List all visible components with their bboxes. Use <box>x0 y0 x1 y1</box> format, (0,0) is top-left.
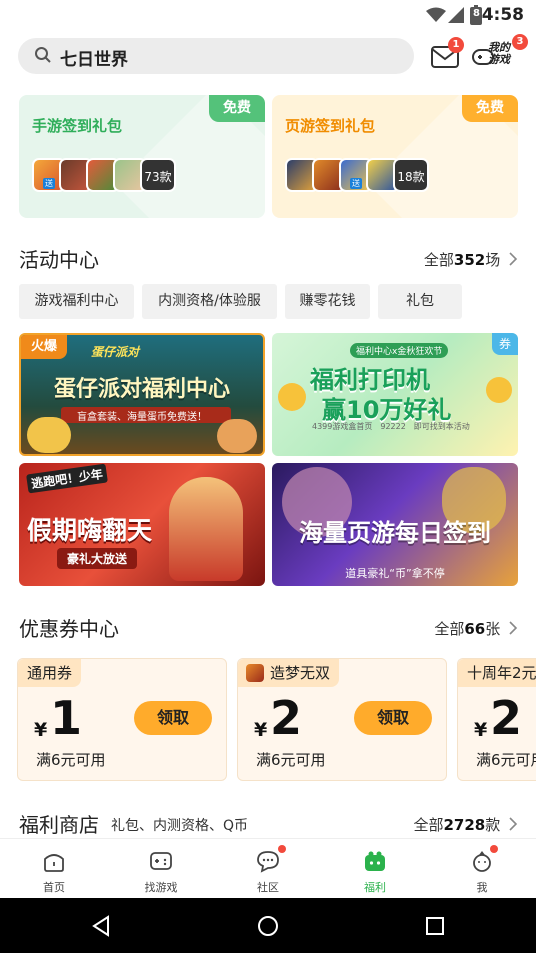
status-bar: 8 4:58 <box>0 0 536 32</box>
home-circle-icon[interactable] <box>257 915 279 937</box>
signal-icon <box>448 7 464 23</box>
claim-button[interactable]: 领取 <box>134 701 212 735</box>
search-text: 七日世界 <box>60 50 128 70</box>
tab-label: 我 <box>476 881 488 894</box>
chip-beta-access[interactable]: 内测资格/体验服 <box>142 284 277 319</box>
shop-count: 2728 <box>443 816 486 834</box>
notification-dot <box>490 845 498 853</box>
coin-image <box>278 383 306 411</box>
tab-home[interactable]: 首页 <box>14 845 94 899</box>
currency-symbol: ¥ <box>474 719 488 741</box>
shop-subtitle: 礼包、内测资格、Q币 <box>111 818 249 834</box>
banner-headline-2: 赢10万好礼 <box>322 396 452 424</box>
mail-badge: 1 <box>448 37 464 53</box>
chip-gift-pack[interactable]: 礼包 <box>378 284 462 319</box>
chip-earn-money[interactable]: 赚零花钱 <box>285 284 370 319</box>
gift-card-mobile[interactable]: 手游签到礼包 免费 送 73款 <box>19 95 265 218</box>
banner-daily-checkin[interactable]: 海量页游每日签到 道具豪礼“币”拿不停 <box>272 463 518 586</box>
coupon-card: 十周年2元 ¥ 2 满6元可用 <box>457 658 536 781</box>
tab-label: 社区 <box>257 881 279 894</box>
character-image <box>169 477 243 581</box>
banner-logo: 逃跑吧！少年 <box>26 463 108 494</box>
banner-holiday[interactable]: 逃跑吧！少年 假期嗨翻天 豪礼大放送 <box>19 463 265 586</box>
banner-subtitle: 4399游戏盒首页 92222 即可找到本活动 <box>312 422 470 431</box>
system-nav-bar <box>0 898 536 953</box>
game-count: 73款 <box>140 158 176 192</box>
coupon-card: 通用券 ¥ 1 满6元可用 领取 <box>17 658 227 781</box>
chevron-right-icon <box>509 817 518 831</box>
banner-headline: 蛋仔派对福利中心 <box>53 377 230 402</box>
mascot-image <box>27 417 71 453</box>
currency-symbol: ¥ <box>254 719 268 741</box>
tab-benefits[interactable]: 福利 <box>335 845 415 899</box>
battery-level: 8 <box>473 8 480 19</box>
shop-more-link[interactable]: 全部2728款 <box>413 814 518 835</box>
banner-subtitle: 道具豪礼“币”拿不停 <box>345 567 445 580</box>
gift-icon <box>365 851 385 871</box>
my-games-badge: 3 <box>512 34 528 50</box>
banner-headline: 假期嗨翻天 <box>27 516 153 545</box>
coupon-amount: 2 <box>490 691 523 745</box>
coupon-condition: 满6元可用 <box>36 751 106 769</box>
hot-tag: 火爆 <box>21 335 67 359</box>
profile-icon <box>473 851 491 872</box>
banner-logo: 蛋仔派对 <box>91 345 140 359</box>
search-icon <box>35 47 51 63</box>
wifi-icon <box>426 7 446 22</box>
currency-symbol: ¥ <box>34 719 48 741</box>
notification-dot <box>278 845 286 853</box>
coin-image <box>486 377 512 403</box>
search-input[interactable]: 七日世界 <box>18 38 414 74</box>
gamepad-icon <box>150 852 172 870</box>
clock: 4:58 <box>481 5 524 25</box>
gift-card-title: 手游签到礼包 <box>32 117 123 135</box>
shop-title: 福利商店 <box>19 813 99 837</box>
coupon-condition: 满6元可用 <box>256 751 326 769</box>
free-tag: 免费 <box>462 95 518 122</box>
chat-icon <box>257 851 279 873</box>
recents-icon[interactable] <box>424 915 446 937</box>
coupon-tag: 十周年2元 <box>458 659 536 687</box>
gift-card-web[interactable]: 页游签到礼包 免费 送 18款 <box>272 95 518 218</box>
tab-me[interactable]: 我 <box>442 845 522 899</box>
message-button[interactable]: 1 <box>430 37 464 70</box>
game-icon <box>246 664 264 682</box>
claim-button[interactable]: 领取 <box>354 701 432 735</box>
banner-eggy-party[interactable]: 火爆 蛋仔派对 蛋仔派对福利中心 盲盒套装、海量蛋币免费送！ <box>19 333 265 456</box>
activity-more-link[interactable]: 全部352场 <box>424 249 518 270</box>
tab-label: 找游戏 <box>144 881 178 894</box>
coupon-card: 造梦无双 ¥ 2 满6元可用 领取 <box>237 658 447 781</box>
tab-find-games[interactable]: 找游戏 <box>121 845 201 899</box>
mascot-image <box>217 419 257 453</box>
banner-top-label: 福利中心x金秋狂欢节 <box>350 343 449 358</box>
chevron-right-icon <box>509 252 518 266</box>
tab-label: 福利 <box>364 881 386 894</box>
coupon-tag: 通用券 <box>18 659 82 687</box>
gift-card-title: 页游签到礼包 <box>285 117 376 135</box>
game-count: 18款 <box>393 158 429 192</box>
coupon-tag: 券 <box>492 333 518 355</box>
my-games-button[interactable]: 我的 游戏 3 <box>472 34 528 72</box>
coupon-condition: 满6元可用 <box>476 751 536 769</box>
activity-count: 352 <box>453 251 486 269</box>
home-icon <box>44 854 64 872</box>
coupon-amount: 1 <box>50 691 83 745</box>
coupon-center-title: 优惠券中心 <box>19 617 119 641</box>
coupon-more-link[interactable]: 全部66张 <box>434 618 518 639</box>
coupon-count: 66 <box>464 620 486 638</box>
tab-community[interactable]: 社区 <box>228 845 308 899</box>
banner-subtitle: 豪礼大放送 <box>57 548 138 569</box>
activity-title: 活动中心 <box>19 248 99 272</box>
tab-label: 首页 <box>43 881 65 894</box>
coupon-amount: 2 <box>270 691 303 745</box>
chevron-right-icon <box>509 621 518 635</box>
banner-headline: 海量页游每日签到 <box>299 519 491 547</box>
my-games-label-2: 游戏 <box>488 53 510 66</box>
back-icon[interactable] <box>90 915 112 937</box>
chip-game-benefits[interactable]: 游戏福利中心 <box>19 284 134 319</box>
banner-welfare-printer[interactable]: 券 福利中心x金秋狂欢节 福利打印机 赢10万好礼 4399游戏盒首页 9222… <box>272 333 518 456</box>
free-tag: 免费 <box>209 95 265 122</box>
bottom-tab-bar: 首页 找游戏 社区 福利 我 <box>0 838 536 898</box>
